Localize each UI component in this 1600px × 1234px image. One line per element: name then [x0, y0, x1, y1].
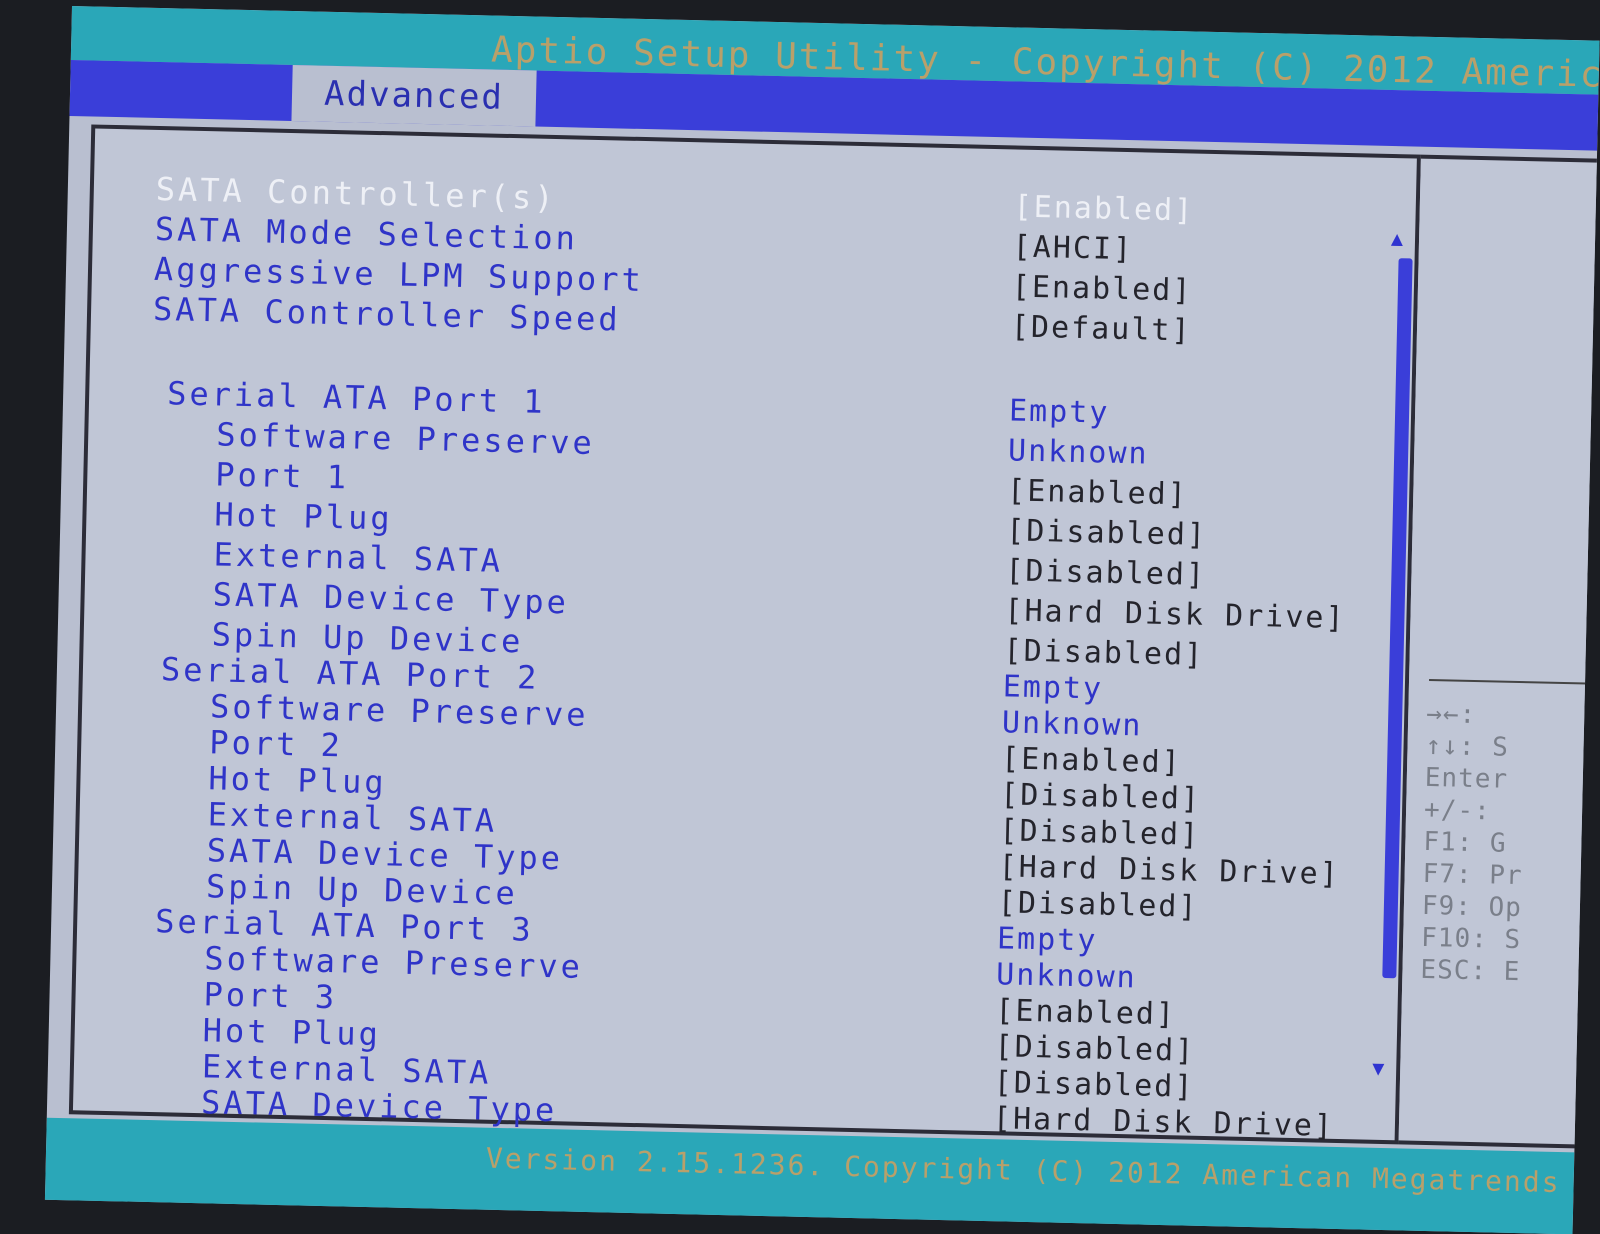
setting-label: SATA Controller Speed	[152, 289, 622, 339]
setting-label: Hot Plug	[214, 495, 394, 538]
settings-panel: SATA Controller(s) [Enabled] SATA Mode Sel…	[68, 124, 1421, 1145]
setting-value: Empty	[1008, 393, 1110, 431]
help-keys: →←: ↑↓: S Enter +/-: F1: G F7: Pr F9: Op F10: S…	[1420, 159, 1600, 987]
setting-label: Port 2	[208, 723, 344, 765]
tab-advanced[interactable]: Advanced	[291, 65, 537, 127]
setting-value[interactable]: [AHCI]	[1012, 229, 1133, 267]
setting-value[interactable]: [Default]	[1011, 309, 1192, 348]
setting-value[interactable]: [Enabled]	[1013, 189, 1194, 228]
help-key-line: →←:	[1425, 698, 1477, 731]
setting-value[interactable]: [Disabled]	[994, 1029, 1195, 1069]
setting-value[interactable]: [Disabled]	[1000, 777, 1201, 817]
setting-value[interactable]: [Disabled]	[1003, 633, 1204, 673]
setting-label: External SATA	[213, 535, 504, 580]
setting-label: Software Preserve	[215, 415, 596, 462]
scroll-down-arrow-icon[interactable]: ▼	[1372, 1056, 1385, 1080]
setting-label: SATA Controller(s)	[155, 169, 557, 218]
setting-value: Unknown	[995, 957, 1138, 996]
setting-label: Port 3	[203, 975, 338, 1017]
setting-value: Empty	[996, 921, 1098, 959]
setting-value: Empty	[1002, 669, 1104, 707]
setting-label: SATA Device Type	[212, 575, 570, 622]
setting-value[interactable]: [Enabled]	[1011, 269, 1192, 308]
help-panel: →←: ↑↓: S Enter +/-: F1: G F7: Pr F9: Op F10: S…	[1398, 154, 1600, 1149]
setting-label: Port 1	[214, 455, 350, 497]
help-key-line: ↑↓: S	[1425, 730, 1510, 763]
help-key-line: F10: S	[1420, 922, 1522, 956]
help-key-line: ESC: E	[1420, 954, 1521, 988]
help-key-line: F9: Op	[1421, 890, 1523, 924]
setting-value: Unknown	[1007, 433, 1149, 472]
setting-value[interactable]: [Disabled]	[993, 1065, 1194, 1105]
scroll-up-arrow-icon[interactable]: ▲	[1391, 226, 1404, 250]
setting-label: Serial ATA Port 1	[166, 374, 547, 421]
help-key-line: Enter	[1424, 762, 1509, 795]
help-key-line: F7: Pr	[1422, 858, 1523, 892]
setting-value[interactable]: [Hard Disk Drive]	[993, 1101, 1335, 1144]
help-key-line: F1: G	[1423, 826, 1507, 859]
setting-value[interactable]: [Enabled]	[995, 993, 1176, 1032]
help-key-line: +/-:	[1423, 794, 1492, 827]
help-divider	[1429, 678, 1600, 686]
setting-value[interactable]: [Disabled]	[999, 813, 1200, 853]
bios-screen: Aptio Setup Utility - Copyright (C) 2012…	[44, 6, 1600, 1234]
setting-value[interactable]: [Disabled]	[1005, 553, 1206, 593]
setting-value[interactable]: [Disabled]	[1006, 513, 1207, 553]
setting-value[interactable]: [Enabled]	[1001, 741, 1182, 780]
version-text: Version 2.15.1236. Copyright (C) 2012 Am…	[485, 1141, 1561, 1200]
setting-value[interactable]: [Enabled]	[1007, 473, 1188, 512]
setting-value: Unknown	[1001, 705, 1143, 744]
setting-value[interactable]: [Hard Disk Drive]	[1004, 593, 1346, 636]
setting-value[interactable]: [Disabled]	[997, 885, 1198, 925]
